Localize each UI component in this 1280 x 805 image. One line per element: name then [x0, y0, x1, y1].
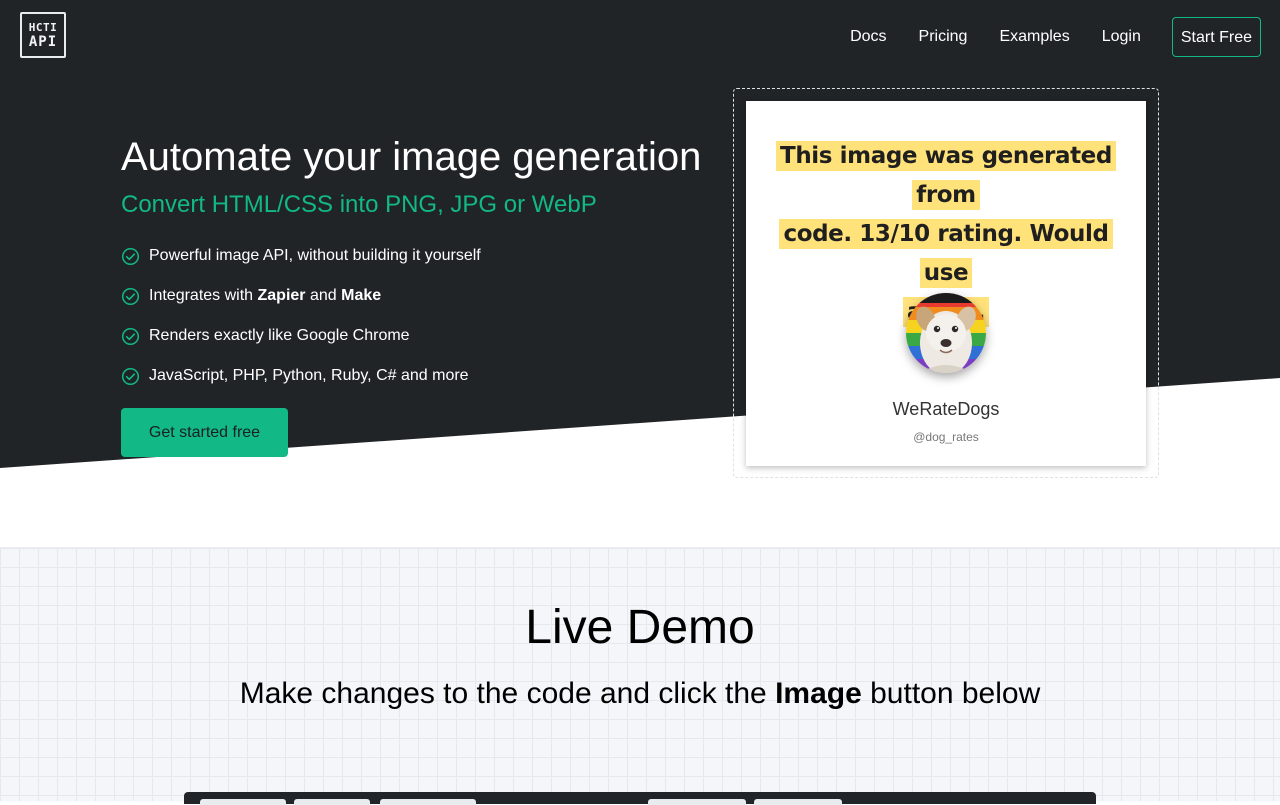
account-name: WeRateDogs — [892, 399, 1000, 419]
subtitle-post: button below — [861, 677, 1041, 710]
live-demo-section: Live Demo Make changes to the code and c… — [0, 547, 1280, 805]
feature-list: Powerful image API, without building it … — [121, 244, 481, 404]
hero-subtitle: Convert HTML/CSS into PNG, JPG or WebP — [121, 191, 597, 218]
dog-avatar — [906, 293, 986, 373]
live-demo-subtitle: Make changes to the code and click the I… — [0, 676, 1280, 712]
feature-item: JavaScript, PHP, Python, Ruby, C# and mo… — [121, 364, 481, 404]
check-circle-icon — [121, 247, 140, 266]
feature-text: JavaScript, PHP, Python, Ruby, C# and mo… — [149, 367, 469, 384]
generated-image-preview: This image was generated from code. 13/10… — [746, 101, 1146, 466]
nav-link-docs[interactable]: Docs — [850, 28, 886, 46]
feature-item: Powerful image API, without building it … — [121, 244, 481, 284]
zapier-label: Zapier — [257, 287, 306, 304]
check-circle-icon — [121, 287, 140, 306]
hero-title: Automate your image generation — [121, 135, 702, 179]
nav-link-examples[interactable]: Examples — [999, 28, 1069, 46]
check-circle-icon — [121, 327, 140, 346]
code-editor-header — [184, 792, 1096, 805]
quote-line: This image was generated from — [776, 141, 1116, 210]
check-circle-icon — [121, 367, 140, 386]
logo-text-bottom: API — [28, 33, 58, 50]
feature-item: Integrates with Zapier and Make — [121, 284, 481, 324]
live-demo-title: Live Demo — [525, 601, 755, 654]
account-handle: @dog_rates — [913, 430, 979, 444]
feature-text: Renders exactly like Google Chrome — [149, 327, 410, 344]
logo[interactable]: HCTI API — [20, 12, 66, 58]
feature-text-pre: Integrates with — [149, 287, 258, 304]
start-free-button[interactable]: Start Free — [1171, 17, 1261, 57]
get-started-button[interactable]: Get started free — [121, 408, 288, 457]
make-label: Make — [341, 287, 382, 304]
dog-avatar-image — [906, 293, 986, 373]
nav-link-login[interactable]: Login — [1102, 28, 1141, 46]
feature-text-mid: and — [305, 287, 342, 304]
top-nav: Docs Pricing Examples Login Start Free — [818, 16, 1261, 58]
feature-text: Powerful image API, without building it … — [149, 247, 481, 264]
logo-text-top: HCTI — [28, 20, 58, 34]
quote-line: code. 13/10 rating. Would use — [779, 219, 1113, 288]
feature-text: Integrates with Zapier and Make — [149, 284, 381, 308]
image-word: Image — [775, 677, 862, 710]
feature-item: Renders exactly like Google Chrome — [121, 324, 481, 364]
nav-link-pricing[interactable]: Pricing — [919, 28, 968, 46]
subtitle-pre: Make changes to the code and click the — [239, 677, 776, 710]
